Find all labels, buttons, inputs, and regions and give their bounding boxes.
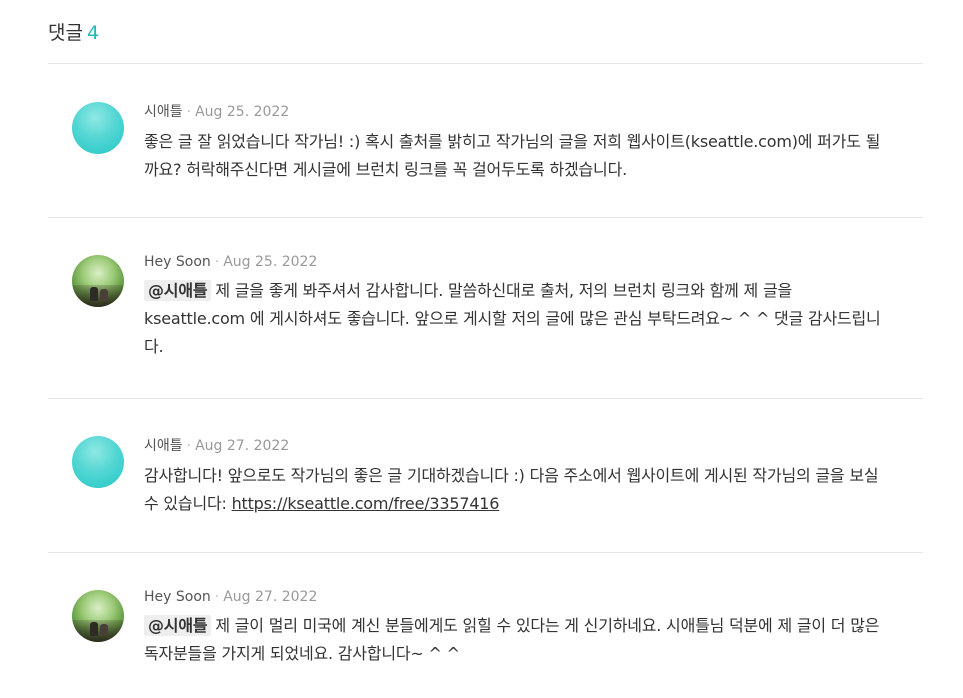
avatar-photo-detail — [100, 289, 108, 301]
comment-item: 시애틀 · Aug 25. 2022 좋은 글 잘 읽었습니다 작가님! :) 혹시… — [48, 64, 923, 218]
comments-count: 4 — [86, 22, 100, 44]
comment-date: Aug 27. 2022 — [223, 589, 318, 605]
meta-separator: · — [214, 254, 220, 270]
comment-text-content: 제 글이 멀리 미국에 계신 분들에게도 읽힐 수 있다는 게 신기하네요. 시… — [144, 616, 880, 663]
comment-date: Aug 27. 2022 — [195, 438, 290, 454]
comment-author[interactable]: 시애틀 — [144, 104, 183, 120]
meta-separator: · — [214, 589, 220, 605]
comment-body: Hey Soon · Aug 27. 2022 @시애틀 제 글이 멀리 미국에 계신… — [144, 589, 883, 668]
comments-header: 댓글 4 — [48, 18, 99, 45]
avatar-photo-detail — [72, 620, 124, 642]
comment-meta: Hey Soon · Aug 27. 2022 — [144, 589, 883, 605]
comment-text-content: 제 글을 좋게 봐주셔서 감사합니다. 말씀하신대로 출처, 저의 브런치 링크… — [144, 281, 881, 356]
avatar[interactable] — [72, 436, 124, 488]
meta-separator: · — [186, 104, 192, 120]
avatar-photo-detail — [90, 287, 98, 301]
comment-text: @시애틀 제 글을 좋게 봐주셔서 감사합니다. 말씀하신대로 출처, 저의 브런… — [144, 277, 883, 361]
comment-meta: 시애틀 · Aug 27. 2022 — [144, 435, 883, 455]
avatar-photo-detail — [90, 622, 98, 636]
comment-text: 좋은 글 잘 읽었습니다 작가님! :) 혹시 출처를 밝히고 작가님의 글을 … — [144, 128, 883, 184]
comment-body: 시애틀 · Aug 25. 2022 좋은 글 잘 읽었습니다 작가님! :) 혹시… — [144, 101, 883, 184]
comment-item: 시애틀 · Aug 27. 2022 감사합니다! 앞으로도 작가님의 좋은 글 기… — [48, 399, 923, 553]
meta-separator: · — [186, 438, 192, 454]
avatar[interactable] — [72, 590, 124, 642]
mention-tag[interactable]: @시애틀 — [144, 280, 212, 301]
comment-author[interactable]: Hey Soon — [144, 254, 211, 270]
comment-meta: Hey Soon · Aug 25. 2022 — [144, 254, 883, 270]
comment-body: 시애틀 · Aug 27. 2022 감사합니다! 앞으로도 작가님의 좋은 글 기… — [144, 435, 883, 518]
comment-item: Hey Soon · Aug 25. 2022 @시애틀 제 글을 좋게 봐주셔서 감… — [48, 218, 923, 399]
mention-tag[interactable]: @시애틀 — [144, 615, 212, 636]
comment-text: 감사합니다! 앞으로도 작가님의 좋은 글 기대하겠습니다 :) 다음 주소에서… — [144, 462, 883, 518]
comment-link[interactable]: https://kseattle.com/free/3357416 — [232, 494, 500, 513]
comment-author[interactable]: 시애틀 — [144, 438, 183, 454]
comment-list: 시애틀 · Aug 25. 2022 좋은 글 잘 읽었습니다 작가님! :) 혹시… — [48, 64, 923, 698]
comment-item: Hey Soon · Aug 27. 2022 @시애틀 제 글이 멀리 미국에 계신… — [48, 553, 923, 698]
avatar[interactable] — [72, 255, 124, 307]
avatar-photo-detail — [100, 624, 108, 636]
comment-text: @시애틀 제 글이 멀리 미국에 계신 분들에게도 읽힐 수 있다는 게 신기하네… — [144, 612, 883, 668]
comment-date: Aug 25. 2022 — [223, 254, 318, 270]
comments-title: 댓글 — [48, 22, 83, 44]
comment-author[interactable]: Hey Soon — [144, 589, 211, 605]
comment-text-content: 좋은 글 잘 읽었습니다 작가님! :) 혹시 출처를 밝히고 작가님의 글을 … — [144, 132, 881, 179]
comment-date: Aug 25. 2022 — [195, 104, 290, 120]
avatar[interactable] — [72, 102, 124, 154]
comment-body: Hey Soon · Aug 25. 2022 @시애틀 제 글을 좋게 봐주셔서 감… — [144, 254, 883, 361]
avatar-photo-detail — [72, 285, 124, 307]
comment-meta: 시애틀 · Aug 25. 2022 — [144, 101, 883, 121]
